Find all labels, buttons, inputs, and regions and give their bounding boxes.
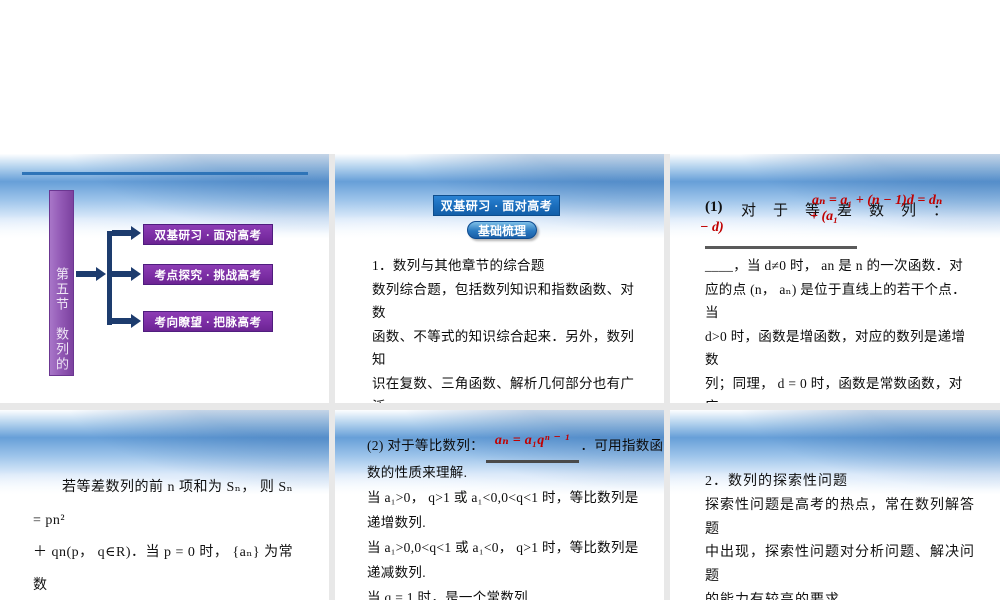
text-line: 当 a₁>0， q>1 或 a₁<0,0<q<1 时，等比数列是 [367,490,639,505]
section-sidebar: 第五节 数列的综合 [49,190,74,376]
slide-preview-page: 第五节 数列的综合 双基研习 · 面对高考 考点探究 · 挑战高考 考向瞭望 ·… [0,0,1000,600]
answer-formula-line2: + (a₁ [810,209,839,224]
text-line: 当 q = 1 时，是一个常数列. [367,590,532,600]
line-suffix: ．可用指数函数 [580,438,664,453]
slide-panel-basics-intro: 双基研习 · 面对高考 基础梳理 1．数列与其他章节的综合题 数列综合题，包括数… [335,154,664,403]
item-prefix: (2) 对于等比数列： [367,438,484,453]
text-line: ＋ qn(p， q∈R)．当 p = 0 时， {aₙ} 为常数 [33,545,294,593]
nav-button-kaoxiang[interactable]: 考向瞭望 · 把脉高考 [143,311,273,332]
body-text-block: ____，当 d≠0 时， an 是 n 的一次函数．对 应的点 (n， aₙ)… [705,254,973,403]
arrow-right-icon [112,314,141,328]
slide-panel-arithmetic: (1) 对于等差数列： aₙ = a₁ + (n − 1)d = dₙ + (a… [670,154,1000,403]
text-line: 数的性质来理解. [367,465,468,480]
slide-panel-title: 第五节 数列的综合 双基研习 · 面对高考 考点探究 · 挑战高考 考向瞭望 ·… [0,154,329,403]
slide-panel-exploratory: 2．数列的探索性问题 探索性问题是高考的热点，常在数列解答题 中出现，探索性问题… [670,410,1000,600]
bracket-line [107,231,112,325]
body-text-block: 2．数列的探索性问题 探索性问题是高考的热点，常在数列解答题 中出现，探索性问题… [705,470,975,600]
text-line: d>0 时，函数是增函数，对应的数列是递增数 [705,328,966,368]
arrow-right-icon [112,226,141,240]
text-line: 数列综合题，包括数列知识和指数函数、对数 [372,281,635,321]
text-line: 的能力有较高的要求. [705,589,975,600]
arrow-right-icon [76,267,106,281]
text-line: 1．数列与其他章节的综合题 [372,258,545,273]
nav-button-shuangji[interactable]: 双基研习 · 面对高考 [143,224,273,245]
section-label: 第五节 数列的综合 [54,267,69,372]
body-text-block: 数的性质来理解. 当 a₁>0， q>1 或 a₁<0,0<q<1 时，等比数列… [367,460,652,600]
text-line: 递减数列. [367,565,426,580]
body-text-block: 1．数列与其他章节的综合题 数列综合题，包括数列知识和指数函数、对数 函数、不等… [372,254,637,403]
body-text-block: 若等差数列的前 n 项和为 Sₙ， 则 Sₙ = pn² ＋ qn(p， q∈R… [33,472,305,600]
blank-underline [705,246,857,249]
text-line: 函数、不等式的知识综合起来．另外，数列知 [372,328,635,368]
text-line: 中出现，探索性问题对分析问题、解决问题 [705,545,975,585]
text-line: 探索性问题是高考的热点，常在数列解答题 [705,497,975,537]
answer-formula-line3: − d) [700,220,724,235]
answer-formula: aₙ = a₁qⁿ ⁻ ¹ [494,433,570,448]
text-line: 2．数列的探索性问题 [705,474,848,489]
text-line: 递增数列. [367,515,426,530]
title-divider-line [22,172,308,175]
blank-underline: aₙ = a₁qⁿ ⁻ ¹ [485,433,579,463]
text-line: 若等差数列的前 n 项和为 Sₙ， 则 Sₙ = pn² [33,480,294,528]
answer-formula-line1: aₙ = a₁ + (n − 1)d = dₙ [812,193,943,208]
arrow-right-icon [112,267,141,281]
slide-panel-sum-formula: 若等差数列的前 n 项和为 Sₙ， 则 Sₙ = pn² ＋ qn(p， q∈R… [0,410,329,600]
slide-panel-geometric: (2) 对于等比数列： aₙ = a₁qⁿ ⁻ ¹ ．可用指数函数 数的性质来理解.… [335,410,664,600]
text-line: 识在复数、三角函数、解析几何部分也有广泛 [372,375,635,404]
basics-badge[interactable]: 基础梳理 [467,221,537,239]
item-number: (1) [705,199,723,215]
nav-button-kaodian[interactable]: 考点探究 · 挑战高考 [143,264,273,285]
slide-grid: 第五节 数列的综合 双基研习 · 面对高考 考点探究 · 挑战高考 考向瞭望 ·… [0,154,1000,600]
fill-blank-line: (2) 对于等比数列： aₙ = a₁qⁿ ⁻ ¹ ．可用指数函数 [367,433,664,463]
section-header-button[interactable]: 双基研习 · 面对高考 [433,195,560,216]
text-line: 应的点 (n， aₙ) 是位于直线上的若干个点．当 [705,281,966,321]
text-line: ____，当 d≠0 时， an 是 n 的一次函数．对 [705,258,964,273]
text-line: 列；同理， d = 0 时，函数是常数函数，对应 [705,375,963,404]
text-line: 当 a₁>0,0<q<1 或 a₁<0， q>1 时，等比数列是 [367,540,639,555]
